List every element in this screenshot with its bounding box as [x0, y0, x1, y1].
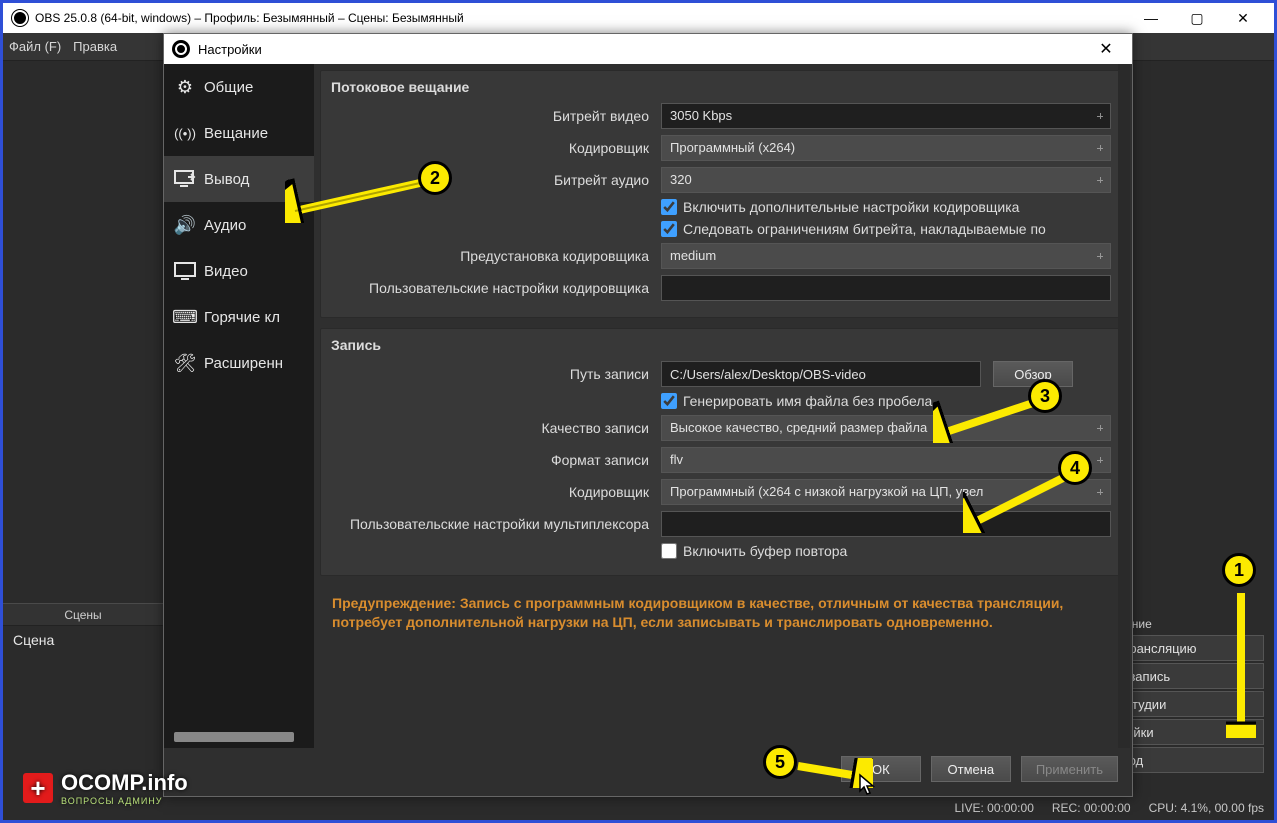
menu-edit[interactable]: Правка [73, 39, 117, 54]
checkbox-icon[interactable] [661, 199, 677, 215]
content-scrollbar[interactable] [1118, 64, 1130, 748]
status-cpu: CPU: 4.1%, 00.00 fps [1149, 801, 1264, 815]
sidebar-item-label: Вывод [204, 171, 249, 188]
video-bitrate-input[interactable]: 3050 Kbps [661, 103, 1111, 129]
obs-logo-icon [172, 40, 190, 58]
settings-dialog: Настройки ✕ ⚙ Общие ((•)) Вещание Вывод … [163, 33, 1133, 797]
sidebar-item-hotkeys[interactable]: ⌨ Горячие кл [164, 294, 314, 340]
monitor-out-icon [174, 168, 196, 190]
muxer-input[interactable] [661, 511, 1111, 537]
settings-sidebar: ⚙ Общие ((•)) Вещание Вывод 🔊 Аудио [164, 64, 314, 748]
scene-item[interactable]: Сцена [3, 626, 163, 654]
annotation-badge-1: 1 [1222, 553, 1256, 587]
status-live: LIVE: 00:00:00 [954, 801, 1033, 815]
record-format-label: Формат записи [331, 452, 661, 468]
chk-extra-encoder-settings[interactable]: Включить дополнительные настройки кодиро… [661, 199, 1111, 215]
streaming-title: Потоковое вещание [331, 79, 1111, 95]
menu-file[interactable]: Файл (F) [9, 39, 61, 54]
watermark-sub: ВОПРОСЫ АДМИНУ [61, 796, 188, 806]
custom-encoder-input[interactable] [661, 275, 1111, 301]
scenes-panel-title: Сцены [3, 604, 163, 626]
monitor-icon [174, 260, 196, 282]
record-quality-label: Качество записи [331, 420, 661, 436]
apply-button[interactable]: Применить [1021, 756, 1118, 782]
sidebar-item-general[interactable]: ⚙ Общие [164, 64, 314, 110]
speaker-icon: 🔊 [174, 214, 196, 236]
encoder-label: Кодировщик [331, 140, 661, 156]
watermark: + OCOMP.info ВОПРОСЫ АДМИНУ [23, 770, 188, 806]
sidebar-item-label: Вещание [204, 125, 268, 142]
plus-icon: + [23, 773, 53, 803]
minimize-button[interactable]: — [1128, 3, 1174, 33]
record-encoder-label: Кодировщик [331, 484, 661, 500]
audio-bitrate-label: Битрейт аудио [331, 172, 661, 188]
sidebar-item-label: Видео [204, 263, 248, 280]
status-rec: REC: 00:00:00 [1052, 801, 1131, 815]
video-bitrate-label: Битрейт видео [331, 108, 661, 124]
checkbox-icon[interactable] [661, 393, 677, 409]
status-bar: LIVE: 00:00:00 REC: 00:00:00 CPU: 4.1%, … [3, 796, 1274, 820]
dialog-close-button[interactable]: ✕ [1088, 34, 1124, 64]
dialog-titlebar: Настройки ✕ [164, 34, 1132, 64]
recording-section: Запись Путь записи Обзор Генерировать им… [320, 328, 1122, 576]
annotation-badge-5: 5 [763, 745, 797, 779]
dialog-button-row: ОК Отмена Применить [164, 748, 1132, 796]
sidebar-item-label: Расширенн [204, 355, 283, 372]
sidebar-item-advanced[interactable]: 🛠 Расширенн [164, 340, 314, 386]
tools-icon: 🛠 [174, 352, 196, 374]
ok-button[interactable]: ОК [841, 756, 921, 782]
watermark-text: OCOMP.info [61, 770, 188, 795]
sidebar-item-video[interactable]: Видео [164, 248, 314, 294]
annotation-badge-2: 2 [418, 161, 452, 195]
preset-label: Предустановка кодировщика [331, 248, 661, 264]
antenna-icon: ((•)) [174, 122, 196, 144]
record-path-input[interactable] [661, 361, 981, 387]
sidebar-item-label: Аудио [204, 217, 246, 234]
sidebar-scrollbar-thumb[interactable] [174, 732, 294, 742]
record-quality-select[interactable]: Высокое качество, средний размер файла [661, 415, 1111, 441]
chk-bitrate-limits[interactable]: Следовать ограничениям битрейта, наклады… [661, 221, 1111, 237]
muxer-label: Пользовательские настройки мультиплексор… [331, 516, 661, 532]
sidebar-item-audio[interactable]: 🔊 Аудио [164, 202, 314, 248]
recording-title: Запись [331, 337, 1111, 353]
checkbox-icon[interactable] [661, 543, 677, 559]
gear-icon: ⚙ [174, 76, 196, 98]
obs-window-title: OBS 25.0.8 (64-bit, windows) – Профиль: … [35, 11, 464, 25]
record-encoder-select[interactable]: Программный (х264 с низкой нагрузкой на … [661, 479, 1111, 505]
audio-bitrate-select[interactable]: 320 [661, 167, 1111, 193]
sidebar-item-stream[interactable]: ((•)) Вещание [164, 110, 314, 156]
close-window-button[interactable]: ✕ [1220, 3, 1266, 33]
sidebar-item-label: Общие [204, 79, 253, 96]
preset-select[interactable]: medium [661, 243, 1111, 269]
annotation-badge-4: 4 [1058, 451, 1092, 485]
keyboard-icon: ⌨ [174, 306, 196, 328]
custom-encoder-label: Пользовательские настройки кодировщика [331, 280, 661, 296]
obs-titlebar: OBS 25.0.8 (64-bit, windows) – Профиль: … [3, 3, 1274, 33]
warning-text: Предупреждение: Запись с программным код… [320, 586, 1122, 640]
maximize-button[interactable]: ▢ [1174, 3, 1220, 33]
sidebar-item-output[interactable]: Вывод [164, 156, 314, 202]
cancel-button[interactable]: Отмена [931, 756, 1011, 782]
chk-replay-buffer[interactable]: Включить буфер повтора [661, 543, 1111, 559]
mouse-cursor-icon [858, 773, 878, 802]
dialog-title: Настройки [198, 42, 262, 57]
record-format-select[interactable]: flv [661, 447, 1111, 473]
stream-encoder-select[interactable]: Программный (x264) [661, 135, 1111, 161]
sidebar-item-label: Горячие кл [204, 309, 280, 326]
obs-logo-icon [11, 9, 29, 27]
record-path-label: Путь записи [331, 366, 661, 382]
annotation-badge-3: 3 [1028, 379, 1062, 413]
checkbox-icon[interactable] [661, 221, 677, 237]
